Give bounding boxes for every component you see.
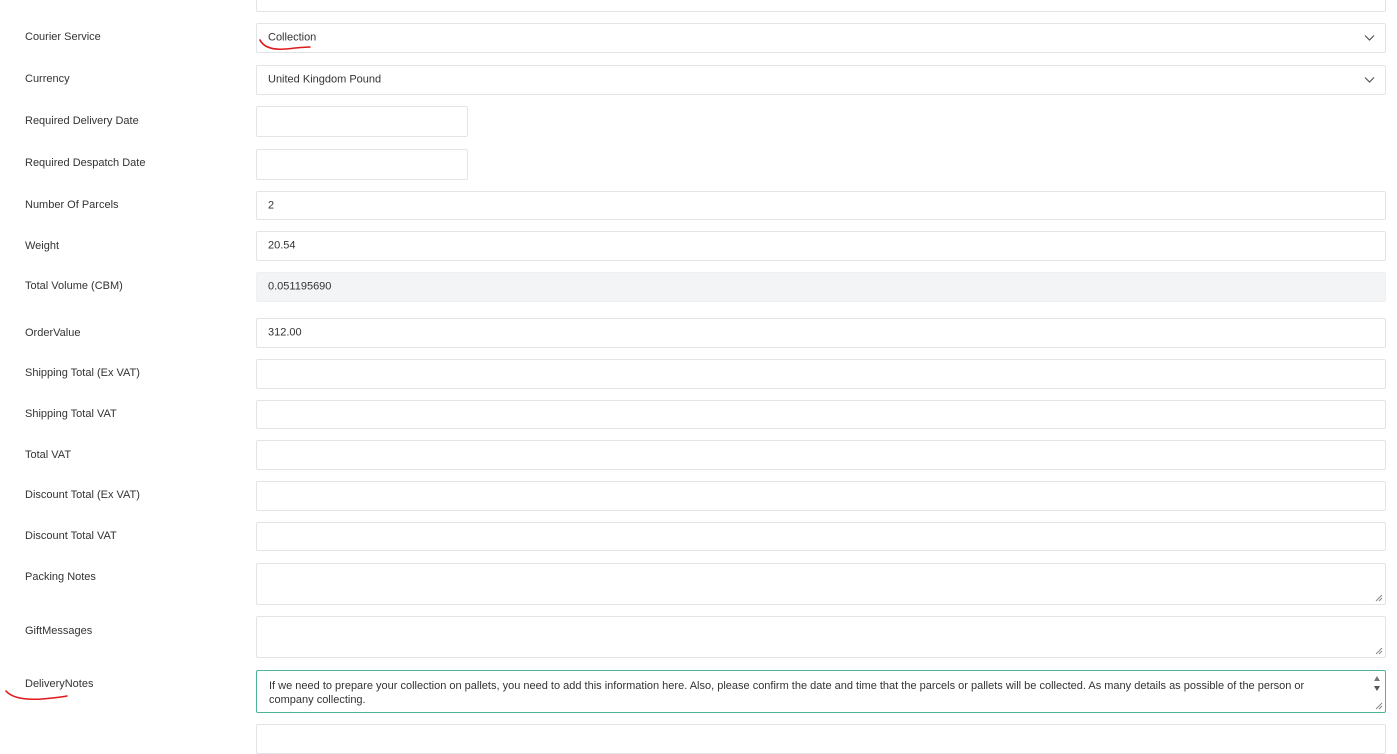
currency-label: Currency (25, 73, 70, 85)
delivery-notes-value: If we need to prepare your collection on… (269, 680, 1305, 706)
next-field[interactable] (256, 724, 1386, 754)
required-delivery-date-input[interactable] (256, 106, 468, 137)
shipping-total-vat-input[interactable] (256, 400, 1386, 429)
discount-total-vat-input[interactable] (256, 522, 1386, 551)
red-underline-mark (5, 690, 68, 701)
packing-notes-textarea[interactable] (256, 563, 1386, 605)
required-despatch-date-label: Required Despatch Date (25, 157, 146, 169)
courier-service-select[interactable]: Collection (256, 23, 1386, 53)
weight-input[interactable]: 20.54 (256, 231, 1386, 261)
resize-grip-icon[interactable] (1375, 702, 1383, 710)
discount-total-ex-vat-input[interactable] (256, 481, 1386, 511)
required-delivery-date-label: Required Delivery Date (25, 115, 139, 127)
textarea-scrollbar[interactable] (1371, 673, 1383, 700)
gift-messages-textarea[interactable] (256, 616, 1386, 658)
resize-grip-icon[interactable] (1375, 647, 1383, 655)
weight-value: 20.54 (268, 239, 296, 252)
packing-notes-label: Packing Notes (25, 571, 96, 583)
chevron-down-icon (1364, 77, 1375, 83)
number-of-parcels-value: 2 (268, 199, 275, 211)
currency-value: United Kingdom Pound (268, 73, 382, 86)
currency-select[interactable]: United Kingdom Pound (256, 65, 1386, 95)
total-volume-label: Total Volume (CBM) (25, 280, 123, 292)
scroll-up-arrow-icon[interactable] (1374, 676, 1380, 681)
courier-service-label: Courier Service (25, 31, 101, 43)
total-vat-label: Total VAT (25, 449, 72, 461)
shipping-total-ex-vat-input[interactable] (256, 359, 1386, 389)
number-of-parcels-label: Number Of Parcels (25, 199, 119, 211)
scroll-down-arrow-icon[interactable] (1374, 686, 1380, 691)
order-value-value: 312.00 (268, 326, 302, 339)
total-vat-input[interactable] (256, 440, 1386, 470)
red-underline-mark (259, 39, 311, 51)
delivery-notes-textarea[interactable]: If we need to prepare your collection on… (256, 670, 1386, 713)
order-value-label: OrderValue (25, 327, 81, 339)
discount-total-vat-label: Discount Total VAT (25, 530, 117, 542)
shipping-total-ex-vat-label: Shipping Total (Ex VAT) (25, 367, 140, 379)
discount-total-ex-vat-label: Discount Total (Ex VAT) (25, 489, 140, 501)
gift-messages-label: GiftMessages (25, 625, 93, 637)
number-of-parcels-input[interactable]: 2 (256, 191, 1386, 220)
required-despatch-date-input[interactable] (256, 149, 468, 180)
weight-label: Weight (25, 240, 60, 252)
chevron-down-icon (1364, 35, 1375, 41)
total-volume-value: 0.051195690 (268, 280, 332, 293)
total-volume-input: 0.051195690 (256, 272, 1386, 302)
collection-type-field[interactable] (256, 0, 1386, 12)
resize-grip-icon[interactable] (1375, 594, 1383, 602)
shipping-total-vat-label: Shipping Total VAT (25, 408, 117, 420)
order-value-input[interactable]: 312.00 (256, 318, 1386, 348)
